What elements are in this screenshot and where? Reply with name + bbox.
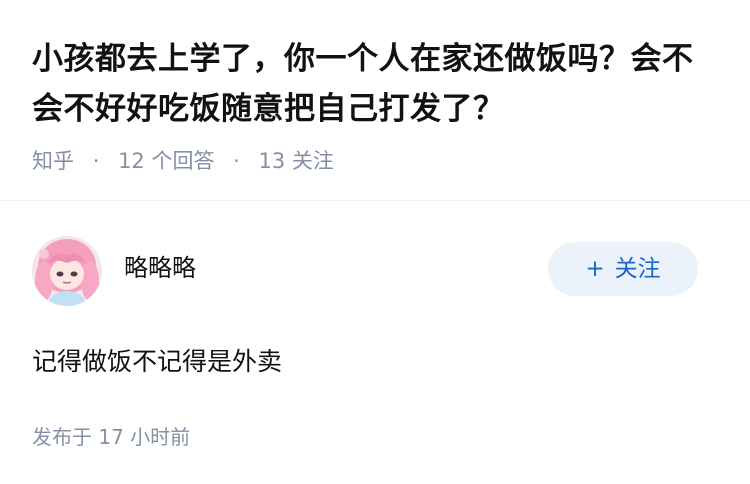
followers-count: 13 关注	[258, 149, 334, 173]
section-divider	[0, 200, 750, 201]
answers-count[interactable]: 12 个回答	[118, 149, 214, 173]
follow-label: 关注	[614, 256, 661, 282]
meta-separator: ·	[92, 149, 100, 173]
source-label[interactable]: 知乎	[32, 149, 74, 173]
question-title[interactable]: 小孩都去上学了，你一个人在家还做饭吗？会不会不好好吃饭随意把自己打发了？	[32, 34, 722, 134]
answer-card: 略略略 + 关注 记得做饭不记得是外卖 发布于 17 小时前	[32, 236, 698, 452]
follow-button[interactable]: + 关注	[548, 242, 698, 296]
question-meta: 知乎 · 12 个回答 · 13 关注	[32, 146, 722, 176]
author-name[interactable]: 略略略	[124, 252, 196, 284]
published-time: 发布于 17 小时前	[32, 425, 191, 449]
answer-content: 记得做饭不记得是外卖	[32, 347, 283, 376]
avatar[interactable]	[32, 236, 102, 306]
meta-separator: ·	[233, 149, 240, 173]
author-row: 略略略 + 关注	[32, 236, 698, 306]
plus-icon: +	[585, 256, 605, 282]
anime-girl-avatar-icon	[32, 236, 102, 306]
question-header: 小孩都去上学了，你一个人在家还做饭吗？会不会不好好吃饭随意把自己打发了？ 知乎 …	[32, 34, 722, 176]
